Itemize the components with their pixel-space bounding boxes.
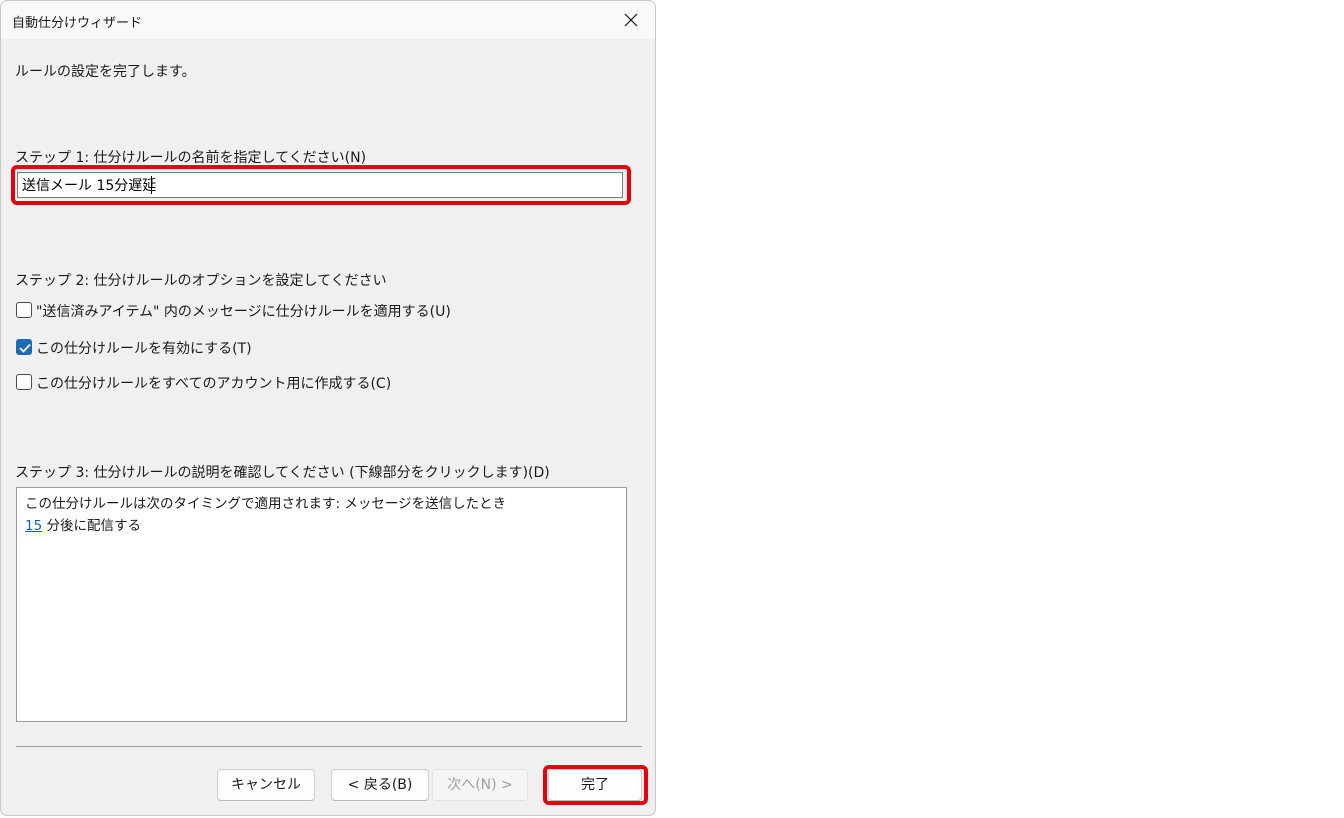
window-title: 自動仕分けウィザード — [12, 16, 143, 31]
enable-rule-checkbox[interactable] — [16, 339, 32, 355]
step1-label: ステップ 1: 仕分けルールの名前を指定してください(N) — [15, 150, 367, 166]
step3-label: ステップ 3: 仕分けルールの説明を確認してください (下線部分をクリックします… — [15, 465, 550, 481]
title-bar: 自動仕分けウィザード — [1, 1, 655, 39]
enable-rule-label[interactable]: この仕分けルールを有効にする(T) — [36, 338, 252, 358]
back-button[interactable]: < 戻る(B) — [331, 769, 429, 801]
description-line-1: この仕分けルールは次のタイミングで適用されます: メッセージを送信したとき — [25, 496, 507, 512]
cancel-button[interactable]: キャンセル — [217, 769, 315, 801]
delay-minutes-link[interactable]: 15 — [25, 518, 42, 534]
all-accounts-label[interactable]: この仕分けルールをすべてのアカウント用に作成する(C) — [36, 373, 391, 393]
step2-label: ステップ 2: 仕分けルールのオプションを設定してください — [15, 273, 387, 289]
apply-sent-items-checkbox[interactable] — [16, 302, 32, 318]
finish-button[interactable]: 完了 — [548, 769, 642, 801]
description-line-2: 15 分後に配信する — [25, 514, 141, 534]
rule-description-box: この仕分けルールは次のタイミングで適用されます: メッセージを送信したとき 15… — [16, 487, 627, 722]
rule-name-input[interactable] — [17, 172, 623, 198]
close-button[interactable] — [611, 3, 651, 37]
intro-text: ルールの設定を完了します。 — [15, 64, 196, 80]
rules-wizard-dialog: 自動仕分けウィザード ルールの設定を完了します。 ステップ 1: 仕分けルールの… — [0, 0, 656, 816]
checkmark-icon — [19, 343, 31, 353]
close-icon — [624, 13, 638, 27]
button-separator — [16, 746, 642, 747]
next-button[interactable]: 次へ(N) > — [432, 769, 528, 801]
all-accounts-checkbox[interactable] — [16, 374, 32, 390]
text-caret — [151, 176, 152, 194]
description-line-2-text: 分後に配信する — [42, 518, 141, 534]
apply-sent-items-label[interactable]: "送信済みアイテム" 内のメッセージに仕分けルールを適用する(U) — [36, 301, 451, 321]
